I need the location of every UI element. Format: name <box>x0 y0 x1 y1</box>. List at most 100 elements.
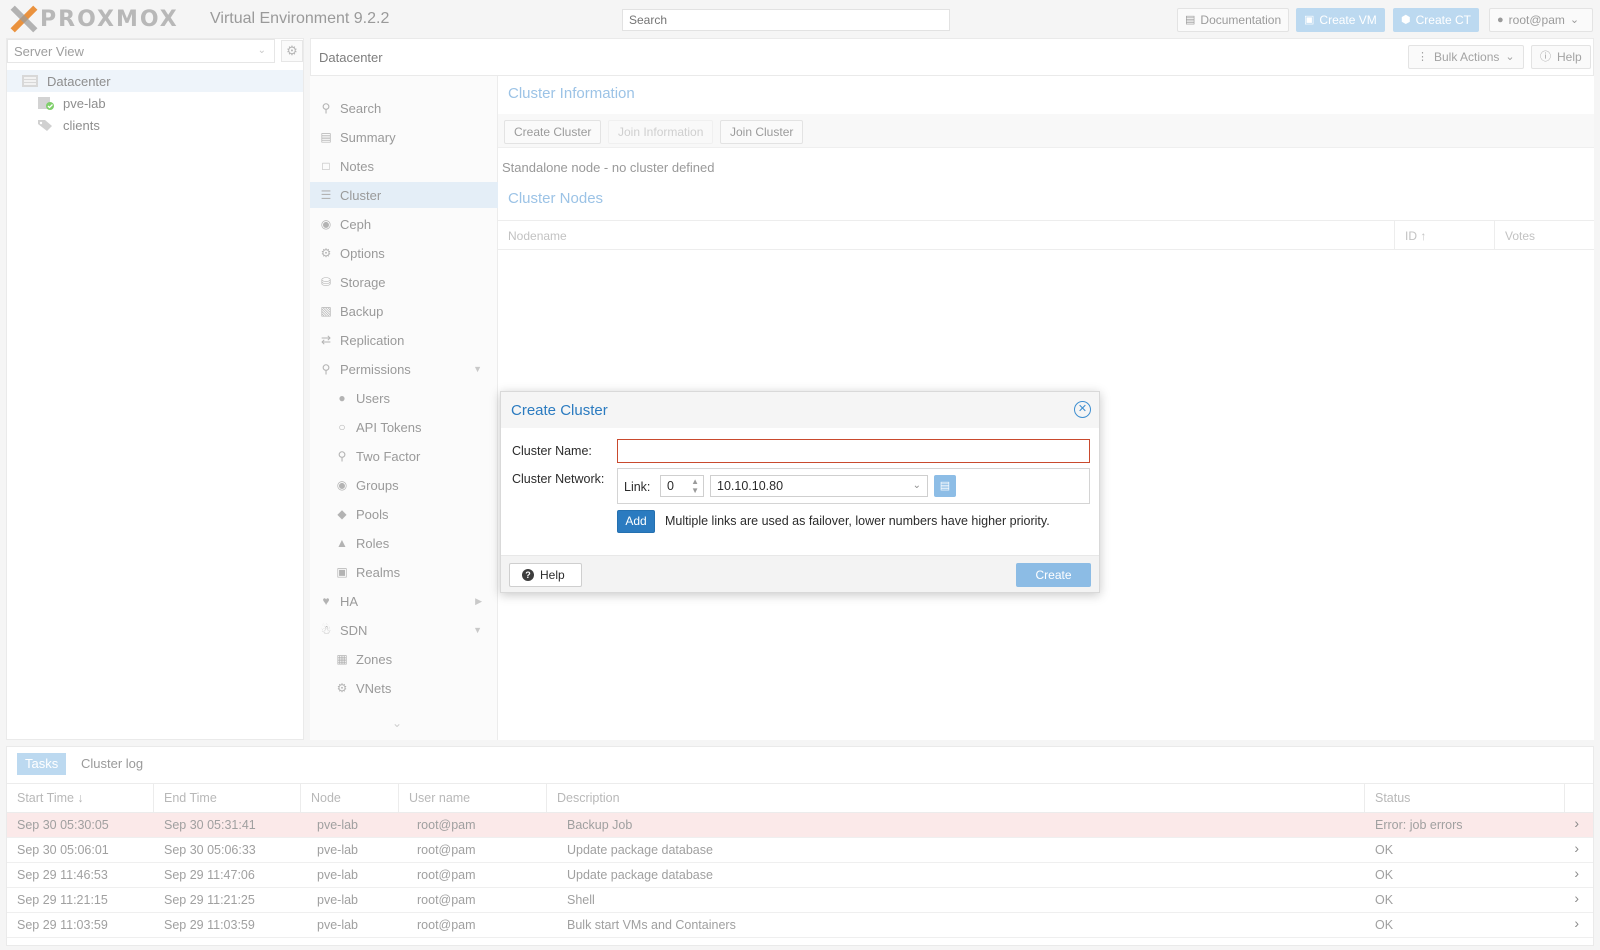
nav-item-pools[interactable]: ◆ Pools <box>310 501 498 527</box>
spinner-arrows-icon[interactable]: ▲ ▼ <box>691 477 699 495</box>
column-user-name[interactable]: User name <box>399 784 547 812</box>
close-icon[interactable]: ✕ <box>1074 401 1091 418</box>
search-icon: ⚲ <box>321 101 331 115</box>
chevron-right-icon[interactable]: › <box>1574 865 1579 881</box>
chevron-down-icon[interactable]: ▼ <box>473 625 482 635</box>
cell-end-time: Sep 30 05:06:33 <box>164 843 256 857</box>
column-id[interactable]: ID ↑ <box>1395 221 1495 249</box>
dialog-help-button[interactable]: ? Help <box>509 563 582 587</box>
table-row[interactable]: Sep 29 11:46:53 Sep 29 11:47:06 pve-lab … <box>7 863 1593 888</box>
cell-user: root@pam <box>417 818 476 832</box>
desktop-icon: ▣ <box>1304 13 1315 26</box>
table-row[interactable]: Sep 30 05:30:05 Sep 30 05:31:41 pve-lab … <box>7 813 1593 838</box>
nav-item-storage[interactable]: ⛁ Storage <box>310 269 498 295</box>
trash-icon[interactable]: ▤ <box>934 475 956 497</box>
nav-item-replication[interactable]: ⇄ Replication <box>310 327 498 353</box>
tree-item-pve-lab[interactable]: pve-lab <box>7 92 303 114</box>
nav-item-permissions[interactable]: ⚲ Permissions ▼ <box>310 356 498 382</box>
cell-end-time: Sep 29 11:47:06 <box>164 868 255 882</box>
chevron-right-icon[interactable]: › <box>1574 915 1579 931</box>
key-icon: ⚲ <box>337 449 347 463</box>
chevron-right-icon[interactable]: › <box>1574 890 1579 906</box>
cell-start-time: Sep 29 11:21:15 <box>17 893 108 907</box>
documentation-button[interactable]: ▤ Documentation <box>1177 8 1290 32</box>
heartbeat-icon: ♥ <box>322 594 330 608</box>
link-label: Link: <box>624 480 651 494</box>
create-cluster-button[interactable]: Create Cluster <box>504 120 602 144</box>
nav-item-two-factor[interactable]: ⚲ Two Factor <box>310 443 498 469</box>
page-title: Datacenter <box>319 50 383 65</box>
link-number-stepper[interactable]: 0 ▲ ▼ <box>660 475 704 497</box>
nav-item-notes[interactable]: □ Notes <box>310 153 498 179</box>
nav-item-search[interactable]: ⚲ Search <box>310 95 498 121</box>
cluster-name-input[interactable] <box>617 439 1090 463</box>
bulk-actions-button[interactable]: ⋮ Bulk Actions ⌄ <box>1408 45 1524 69</box>
nav-item-realms[interactable]: ▣ Realms <box>310 559 498 585</box>
join-information-button[interactable]: Join Information <box>608 120 714 144</box>
nav-item-ha[interactable]: ♥ HA ▶ <box>310 588 498 614</box>
database-icon: ⛁ <box>320 275 332 289</box>
column-description[interactable]: Description <box>547 784 1365 812</box>
tree-item-datacenter[interactable]: Datacenter <box>7 70 303 92</box>
proxmox-logo[interactable]: PROXMOX <box>8 5 179 33</box>
help-button[interactable]: ⓘ Help <box>1531 45 1591 69</box>
th-icon: ▦ <box>336 652 348 666</box>
nav-item-label: Search <box>340 100 382 116</box>
gear-icon[interactable]: ⚙ <box>281 40 303 62</box>
proxmox-x-icon <box>8 5 38 33</box>
cluster-nodes-header: Nodename ID ↑ Votes <box>498 220 1594 250</box>
tree-item-clients[interactable]: clients <box>7 114 303 136</box>
nav-item-groups[interactable]: ◉ Groups <box>310 472 498 498</box>
nav-item-label: Groups <box>356 477 399 493</box>
cell-end-time: Sep 29 11:03:59 <box>164 918 255 932</box>
nav-item-ceph[interactable]: ◉ Ceph <box>310 211 498 237</box>
version-label: Virtual Environment 9.2.2 <box>210 10 390 27</box>
create-vm-button[interactable]: ▣ Create VM <box>1296 8 1385 32</box>
column-votes[interactable]: Votes <box>1495 221 1594 249</box>
nav-item-users[interactable]: ● Users <box>310 385 498 411</box>
nav-item-backup[interactable]: ▧ Backup <box>310 298 498 324</box>
nav-item-api-tokens[interactable]: ○ API Tokens <box>310 414 498 440</box>
scroll-down-chevron-icon[interactable]: ⌄ <box>392 716 402 730</box>
cube-icon: ⬢ <box>1401 13 1411 26</box>
chevron-right-icon[interactable]: › <box>1574 815 1579 831</box>
nav-item-label: Options <box>340 245 385 261</box>
join-cluster-button[interactable]: Join Cluster <box>720 120 804 144</box>
nav-item-summary[interactable]: ▤ Summary <box>310 124 498 150</box>
dialog-header: Create Cluster ✕ <box>501 392 1099 428</box>
search-input[interactable] <box>622 9 950 31</box>
tab-tasks[interactable]: Tasks <box>17 753 67 775</box>
nav-item-vnets[interactable]: ⚙ VNets <box>310 675 498 701</box>
cell-start-time: Sep 29 11:46:53 <box>17 868 108 882</box>
create-ct-button[interactable]: ⬢ Create CT <box>1393 8 1479 32</box>
tab-cluster-log[interactable]: Cluster log <box>73 753 151 775</box>
column-node[interactable]: Node <box>301 784 399 812</box>
chevron-down-icon[interactable]: ⌄ <box>913 480 921 491</box>
add-link-button[interactable]: Add <box>617 510 655 533</box>
table-row[interactable]: Sep 29 11:21:15 Sep 29 11:21:25 pve-lab … <box>7 888 1593 913</box>
nav-item-sdn[interactable]: ☃ SDN ▼ <box>310 617 498 643</box>
table-row[interactable]: Sep 29 11:03:59 Sep 29 11:03:59 pve-lab … <box>7 913 1593 938</box>
tasks-table-header: Start Time ↓ End Time Node User name Des… <box>7 783 1593 813</box>
nav-item-zones[interactable]: ▦ Zones <box>310 646 498 672</box>
tree-item-label: Datacenter <box>47 73 111 89</box>
link-address-combobox[interactable]: 10.10.10.80 ⌄ <box>710 475 928 497</box>
chevron-right-icon[interactable]: ▶ <box>475 596 482 607</box>
chevron-down-icon[interactable]: ▼ <box>473 364 482 374</box>
nav-item-roles[interactable]: ▲ Roles <box>310 530 498 556</box>
nav-item-cluster[interactable]: ☰ Cluster <box>310 182 498 208</box>
column-start-time[interactable]: Start Time ↓ <box>7 784 154 812</box>
nav-item-label: HA <box>340 593 359 609</box>
chevron-right-icon[interactable]: › <box>1574 840 1579 856</box>
book-icon: ▤ <box>1185 13 1196 26</box>
column-end-time[interactable]: End Time <box>154 784 301 812</box>
column-nodename[interactable]: Nodename <box>498 221 1395 249</box>
tags-icon <box>38 120 52 131</box>
table-row[interactable]: Sep 30 05:06:01 Sep 30 05:06:33 pve-lab … <box>7 838 1593 863</box>
create-button[interactable]: Create <box>1016 563 1091 587</box>
column-status[interactable]: Status <box>1365 784 1565 812</box>
view-selector[interactable]: Server View ⌄ <box>7 39 275 63</box>
nav-item-label: API Tokens <box>356 419 422 435</box>
user-menu-button[interactable]: ● root@pam ⌄ <box>1489 8 1593 32</box>
nav-item-options[interactable]: ⚙ Options <box>310 240 498 266</box>
